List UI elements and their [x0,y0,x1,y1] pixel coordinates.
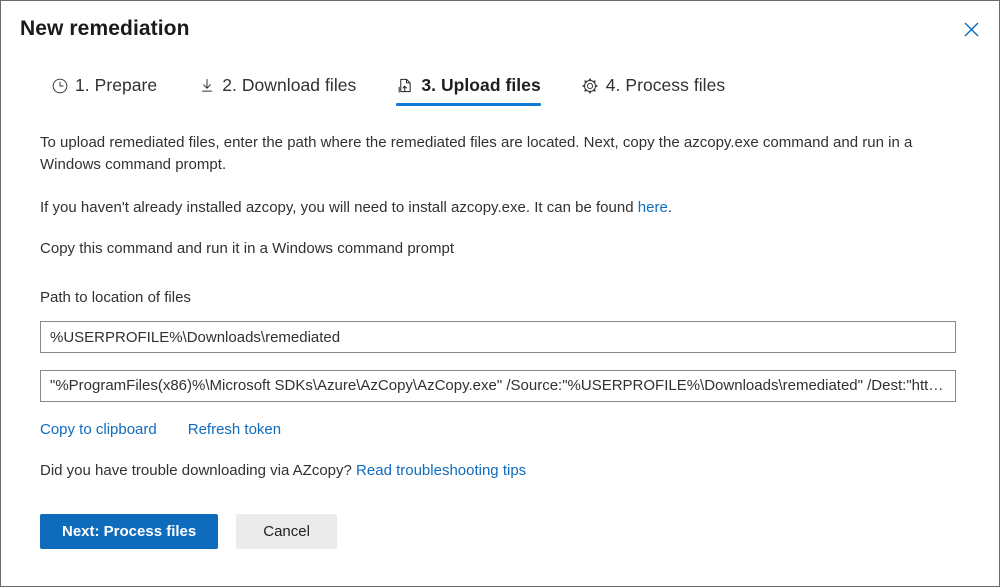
gear-icon [581,76,600,95]
path-field-label: Path to location of files [40,289,191,306]
troubleshooting-question: Did you have trouble downloading via AZc… [40,462,357,479]
page-title: New remediation [20,17,190,40]
tab-process-files[interactable]: 4. Process files [581,75,725,106]
tab-label: 2. Download files [222,75,357,95]
active-tab-indicator [396,103,541,106]
tab-upload-files[interactable]: 3. Upload files [396,75,541,106]
upload-file-icon [396,76,415,95]
tab-download-files[interactable]: 2. Download files [197,75,356,106]
tab-label: 1. Prepare [75,75,158,95]
close-icon [964,22,979,37]
clock-icon [50,76,69,95]
footer-actions: Next: Process files Cancel [40,514,959,549]
azcopy-command-input[interactable]: "%ProgramFiles(x86)%\Microsoft SDKs\Azur… [40,370,956,402]
download-icon [197,76,216,95]
intro-text: To upload remediated files, enter the pa… [40,134,913,173]
tab-label: 3. Upload files [421,75,541,95]
close-button[interactable] [953,11,989,47]
troubleshooting-row: Did you have trouble downloading via AZc… [40,461,959,481]
new-remediation-panel: New remediation 1. Prepare 2. Download f… [0,0,1000,587]
copy-command-note: Copy this command and run it in a Window… [40,240,455,257]
path-input[interactable] [40,321,956,353]
tab-label: 4. Process files [605,75,726,95]
install-azcopy-text: If you haven't already installed azcopy,… [40,197,959,219]
troubleshooting-tips-link[interactable]: Read troubleshooting tips [356,462,526,479]
wizard-tabs: 1. Prepare 2. Download files 3. Upload f… [50,75,725,106]
azcopy-here-link[interactable]: here [638,199,668,216]
install-azcopy-suffix: . [667,199,673,216]
copy-to-clipboard-link[interactable]: Copy to clipboard [40,421,157,438]
install-azcopy-prefix: If you haven't already installed azcopy,… [40,199,638,216]
next-process-files-button[interactable]: Next: Process files [40,514,219,549]
panel-content: To upload remediated files, enter the pa… [40,132,959,549]
refresh-token-link[interactable]: Refresh token [188,421,281,438]
tab-prepare[interactable]: 1. Prepare [50,75,157,106]
cancel-button[interactable]: Cancel [236,514,337,549]
command-actions: Copy to clipboard Refresh token [40,421,959,438]
